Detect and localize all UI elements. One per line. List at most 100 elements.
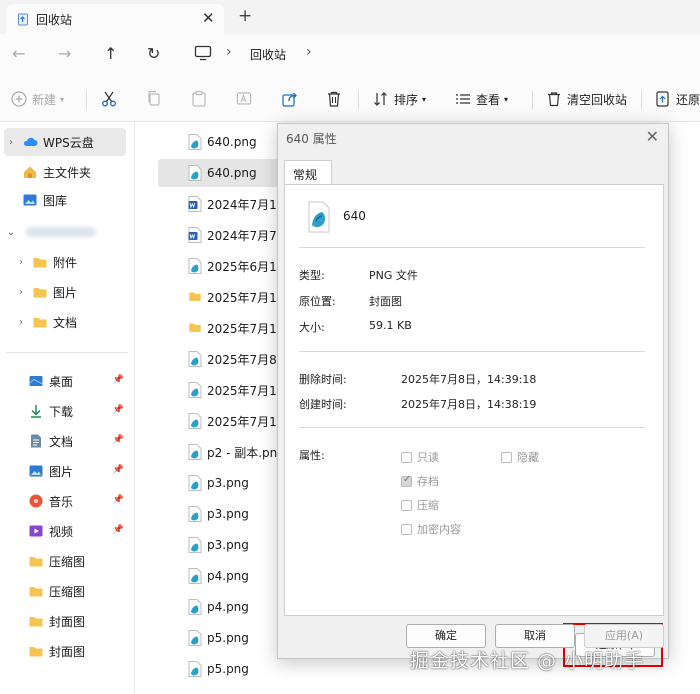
folder-icon — [33, 258, 47, 268]
pin-icon[interactable]: 📌 — [113, 435, 124, 445]
file-name: 2025年7月14日 — [207, 383, 282, 398]
png-file-icon — [188, 475, 202, 491]
file-row[interactable]: p3.png — [158, 469, 282, 497]
refresh-button[interactable]: ↻ — [147, 44, 160, 63]
copy-icon[interactable] — [146, 90, 162, 108]
pin-icon[interactable]: 📌 — [113, 495, 124, 505]
cut-icon[interactable] — [100, 90, 118, 108]
file-row[interactable]: p5.png — [158, 624, 282, 652]
restore-all-button[interactable]: 还原 — [654, 90, 700, 108]
chevron-right-icon[interactable]: › — [14, 287, 28, 298]
pin-icon[interactable]: 📌 — [113, 375, 124, 385]
file-row[interactable]: 2025年7月8日 — [158, 345, 282, 373]
sidebar-item-home[interactable]: 主文件夹 — [4, 158, 126, 186]
encrypt-checkbox[interactable]: 加密内容 — [401, 521, 461, 537]
sidebar-item-wps-cloud[interactable]: › WPS云盘 — [4, 128, 126, 156]
file-row[interactable]: p3.png — [158, 500, 282, 528]
paste-icon[interactable] — [191, 90, 207, 108]
file-name: p3.png — [207, 538, 249, 552]
file-row[interactable]: 2025年6月18日 — [158, 252, 282, 280]
command-bar: 新建 ▾ 排序 ▾ 查看 ▾ 清空回收站 还原 — [0, 78, 700, 122]
file-row[interactable]: p5.png — [158, 655, 282, 683]
readonly-label: 只读 — [417, 451, 439, 464]
file-row[interactable]: 2025年7月1日 — [158, 314, 282, 342]
readonly-checkbox[interactable]: 只读 — [401, 449, 439, 465]
forward-button[interactable]: → — [58, 44, 71, 63]
folder-icon — [29, 587, 43, 597]
archive-checkbox[interactable]: 存档 — [401, 473, 439, 489]
sidebar-item-videos[interactable]: 视频 📌 — [4, 517, 126, 545]
sidebar-item-music[interactable]: 音乐 📌 — [4, 487, 126, 515]
recycle-bin-icon — [18, 13, 28, 26]
plus-circle-icon — [11, 91, 27, 107]
delete-icon[interactable] — [326, 90, 342, 108]
file-name: 2024年7月1日 — [207, 197, 282, 212]
sidebar-item-desktop[interactable]: 桌面 📌 — [4, 367, 126, 395]
redacted-label — [26, 227, 96, 237]
file-name: 2025年6月18日 — [207, 259, 282, 274]
empty-recycle-bin-button[interactable]: 清空回收站 — [545, 90, 627, 108]
file-row[interactable]: p3.png — [158, 531, 282, 559]
file-name: p3.png — [207, 476, 249, 490]
type-label: 类型: — [299, 269, 325, 282]
rename-icon[interactable] — [236, 90, 252, 108]
file-row[interactable]: 640.png — [158, 159, 282, 187]
file-row[interactable]: 640.png — [158, 128, 282, 156]
ok-button[interactable]: 确定 — [406, 624, 486, 648]
back-button[interactable]: ← — [12, 44, 25, 63]
file-row[interactable]: 2024年7月1日 — [158, 190, 282, 218]
breadcrumb-recycle-bin[interactable]: 回收站 — [250, 46, 286, 63]
sort-label: 排序 — [394, 92, 419, 107]
sidebar-item-pictures[interactable]: 图片 📌 — [4, 457, 126, 485]
sidebar-item-documents[interactable]: 文档 📌 — [4, 427, 126, 455]
chevron-right-icon[interactable]: › — [226, 44, 232, 60]
new-button[interactable]: 新建 ▾ — [10, 90, 64, 108]
sidebar-item-documents-sub[interactable]: › 文档 — [4, 308, 126, 336]
file-name: p2 - 副本.png — [207, 445, 282, 460]
file-name: 2025年7月8日 — [207, 352, 282, 367]
file-row[interactable]: 2025年7月14日 — [158, 376, 282, 404]
file-row[interactable]: 2025年7月1日 — [158, 283, 282, 311]
share-icon[interactable] — [281, 90, 299, 108]
cancel-button[interactable]: 取消 — [495, 624, 575, 648]
sidebar-item-compressed-2[interactable]: 压缩图 — [4, 577, 126, 605]
sidebar-item-downloads[interactable]: 下载 📌 — [4, 397, 126, 425]
tab-general[interactable]: 常规 — [284, 160, 332, 185]
sidebar-item-user-folder[interactable]: ⌄ — [4, 218, 126, 246]
pin-icon[interactable]: 📌 — [113, 465, 124, 475]
apply-button[interactable]: 应用(A) — [584, 624, 664, 648]
chevron-right-icon[interactable]: › — [14, 257, 28, 268]
file-row[interactable]: 2024年7月7日 — [158, 221, 282, 249]
sidebar-item-attachments[interactable]: › 附件 — [4, 248, 126, 276]
tab-recycle-bin[interactable]: 回收站 ✕ — [6, 4, 224, 34]
new-tab-button[interactable]: + — [238, 6, 252, 26]
close-tab-icon[interactable]: ✕ — [202, 9, 215, 27]
sidebar-item-cover-1[interactable]: 封面图 — [4, 607, 126, 635]
hidden-checkbox[interactable]: 隐藏 — [501, 449, 539, 465]
pin-icon[interactable]: 📌 — [113, 525, 124, 535]
view-button[interactable]: 查看 ▾ — [454, 90, 508, 108]
chevron-right-icon[interactable]: › — [14, 317, 28, 328]
up-button[interactable]: ↑ — [104, 44, 117, 63]
sort-button[interactable]: 排序 ▾ — [372, 90, 426, 108]
compress-checkbox[interactable]: 压缩 — [401, 497, 439, 513]
sidebar-item-compressed-1[interactable]: 压缩图 — [4, 547, 126, 575]
chevron-right-icon[interactable]: › — [4, 137, 18, 148]
monitor-icon[interactable] — [194, 45, 212, 61]
word-file-icon — [188, 196, 202, 212]
chevron-down-icon[interactable]: ⌄ — [4, 227, 18, 238]
file-row[interactable]: p4.png — [158, 562, 282, 590]
file-name: p5.png — [207, 662, 249, 676]
sidebar-item-gallery[interactable]: 图库 — [4, 186, 126, 214]
sidebar-item-cover-2[interactable]: 封面图 — [4, 637, 126, 665]
chevron-right-icon[interactable]: › — [306, 44, 312, 60]
pin-icon[interactable]: 📌 — [113, 405, 124, 415]
png-file-icon — [188, 661, 202, 677]
file-row[interactable]: p2 - 副本.png — [158, 438, 282, 466]
sidebar-item-pictures-sub[interactable]: › 图片 — [4, 278, 126, 306]
view-label: 查看 — [476, 92, 501, 107]
file-row[interactable]: 2025年7月14日 — [158, 407, 282, 435]
folder-icon — [29, 647, 43, 657]
file-row[interactable]: p4.png — [158, 593, 282, 621]
close-icon[interactable]: ✕ — [646, 127, 659, 146]
